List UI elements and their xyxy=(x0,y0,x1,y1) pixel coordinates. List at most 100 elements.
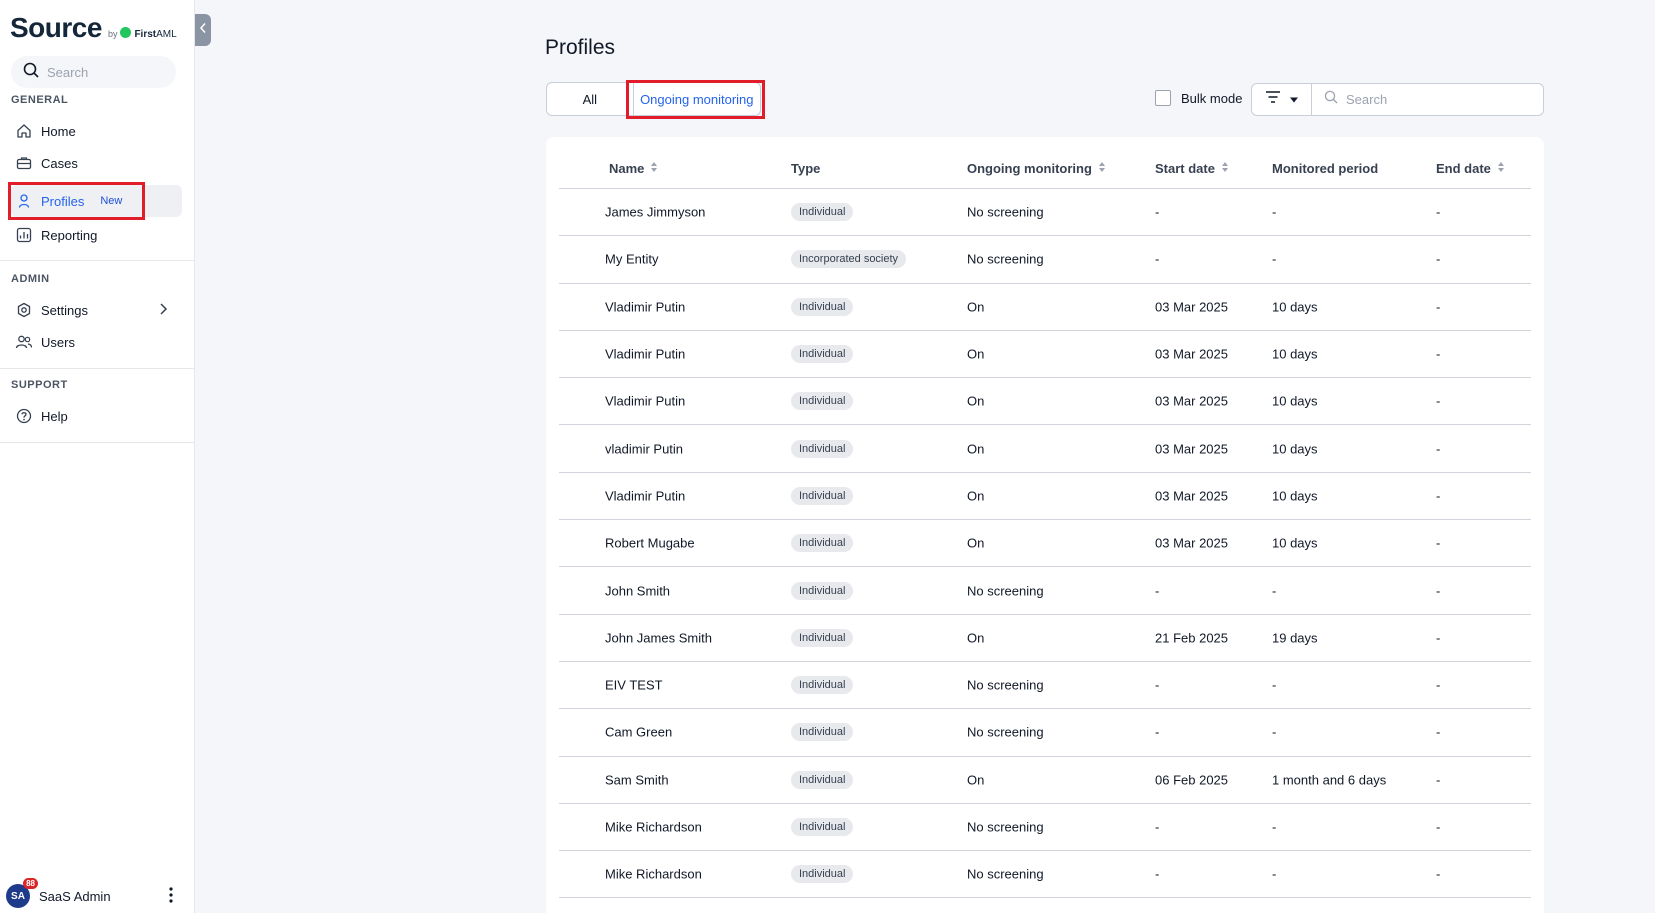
sidebar-item-help[interactable]: Help xyxy=(11,400,182,432)
table-row[interactable]: James Jimmyson Individual No screening -… xyxy=(559,189,1531,237)
cell-type: Individual xyxy=(791,534,854,553)
cell-type: Individual xyxy=(791,392,854,411)
cell-monitored-period: - xyxy=(1272,819,1277,835)
sidebar-search[interactable] xyxy=(11,56,176,88)
cell-monitoring: On xyxy=(967,772,985,788)
cell-monitored-period: - xyxy=(1272,251,1277,267)
cell-monitoring: No screening xyxy=(967,724,1044,740)
column-header-start-date[interactable]: Start date xyxy=(1155,161,1229,176)
table-row[interactable]: Vladimir Putin Individual On 03 Mar 2025… xyxy=(559,331,1531,379)
column-header-name[interactable]: Name xyxy=(609,161,658,176)
chevron-right-icon xyxy=(156,302,170,319)
chevron-left-icon xyxy=(199,21,207,39)
cell-end-date: - xyxy=(1436,535,1441,551)
user-menu[interactable]: SA 88 SaaS Admin xyxy=(6,878,186,909)
column-header-label: Name xyxy=(609,161,645,176)
cell-name: Vladimir Putin xyxy=(605,346,686,362)
cell-start-date: 21 Feb 2025 xyxy=(1155,630,1229,646)
search-icon xyxy=(23,62,39,83)
cell-monitoring: No screening xyxy=(967,677,1044,693)
caret-down-icon xyxy=(1289,91,1299,109)
cell-monitored-period: - xyxy=(1272,724,1277,740)
table-row[interactable]: Mike Richardson Individual No screening … xyxy=(559,804,1531,852)
cell-end-date: - xyxy=(1436,346,1441,362)
sidebar-item-home[interactable]: Home xyxy=(11,115,182,147)
collapse-sidebar-button[interactable] xyxy=(195,14,211,46)
cell-end-date: - xyxy=(1436,251,1441,267)
cell-monitored-period: 19 days xyxy=(1272,630,1318,646)
cell-start-date: - xyxy=(1155,866,1160,882)
sidebar-item-cases[interactable]: Cases xyxy=(11,147,182,179)
users-icon xyxy=(14,332,34,352)
column-header-end-date[interactable]: End date xyxy=(1436,161,1505,176)
type-pill: Individual xyxy=(791,865,854,884)
avatar-initials: SA xyxy=(11,890,25,902)
cell-start-date: - xyxy=(1155,819,1160,835)
user-name: SaaS Admin xyxy=(39,888,111,904)
briefcase-icon xyxy=(14,153,34,173)
column-header-label: Start date xyxy=(1155,161,1215,176)
table-row[interactable]: vladimir Putin Individual On 03 Mar 2025… xyxy=(559,425,1531,473)
column-header-monitoring[interactable]: Ongoing monitoring xyxy=(967,161,1106,176)
tab-all[interactable]: All xyxy=(547,83,633,115)
sidebar-item-label: Reporting xyxy=(41,227,98,243)
bulk-mode-checkbox[interactable] xyxy=(1155,90,1171,106)
cell-type: Individual xyxy=(791,297,854,316)
cell-monitored-period: - xyxy=(1272,204,1277,220)
cell-end-date: - xyxy=(1436,488,1441,504)
cell-monitoring: On xyxy=(967,346,985,362)
more-options-icon[interactable] xyxy=(168,886,174,909)
table-row[interactable]: Vladimir Putin Individual On 03 Mar 2025… xyxy=(559,284,1531,331)
cell-end-date: - xyxy=(1436,724,1441,740)
sort-icon xyxy=(650,161,658,176)
logo[interactable]: Source by FirstAML xyxy=(10,12,177,44)
cell-monitoring: On xyxy=(967,393,985,409)
cell-start-date: - xyxy=(1155,677,1160,693)
column-header-label: Ongoing monitoring xyxy=(967,161,1092,176)
cell-type: Individual xyxy=(791,581,854,600)
table-row[interactable]: Vladimir Putin Individual On 03 Mar 2025… xyxy=(559,473,1531,521)
search-icon xyxy=(1324,90,1338,109)
sidebar-search-input[interactable] xyxy=(47,64,157,80)
sidebar-item-reporting[interactable]: Reporting xyxy=(11,219,182,251)
cell-monitoring: No screening xyxy=(967,583,1044,599)
table-row[interactable]: EIV TEST Individual No screening - - - xyxy=(559,662,1531,710)
cell-end-date: - xyxy=(1436,441,1441,457)
table-row[interactable]: John James Smith Individual On 21 Feb 20… xyxy=(559,615,1531,662)
cell-name: Robert Mugabe xyxy=(605,535,695,551)
type-pill: Individual xyxy=(791,439,854,458)
sidebar-item-users[interactable]: Users xyxy=(11,326,182,358)
chart-icon xyxy=(14,225,34,245)
cell-monitoring: On xyxy=(967,535,985,551)
sidebar: Source by FirstAML GENERAL Home Cases Pr… xyxy=(0,0,195,913)
table-row[interactable]: Vladimir Putin Individual On 03 Mar 2025… xyxy=(559,378,1531,426)
table-row[interactable]: John Smith Individual No screening - - - xyxy=(559,567,1531,615)
cell-monitoring: On xyxy=(967,299,985,315)
profiles-highlight-box xyxy=(8,182,145,220)
profiles-search-input[interactable] xyxy=(1346,92,1536,107)
column-header-monitored-period: Monitored period xyxy=(1272,161,1378,176)
sidebar-item-label: Help xyxy=(41,408,68,424)
avatar[interactable]: SA 88 xyxy=(6,878,38,908)
profiles-search[interactable] xyxy=(1312,83,1544,116)
bulk-mode-toggle[interactable]: Bulk mode xyxy=(1155,90,1242,106)
ongoing-tab-highlight-box xyxy=(626,80,765,119)
type-pill: Individual xyxy=(791,534,854,553)
table-row[interactable]: Mike Richardson Individual No screening … xyxy=(559,851,1531,899)
cell-monitored-period: 10 days xyxy=(1272,299,1318,315)
table-row[interactable]: Robert Mugabe Individual On 03 Mar 2025 … xyxy=(559,520,1531,568)
bulk-mode-label: Bulk mode xyxy=(1181,90,1243,106)
type-pill: Individual xyxy=(791,345,854,364)
cell-type: Individual xyxy=(791,676,854,695)
sidebar-item-settings[interactable]: Settings xyxy=(11,294,182,326)
sort-icon xyxy=(1098,161,1106,176)
table-row[interactable]: Sam Smith Individual On 06 Feb 2025 1 mo… xyxy=(559,757,1531,804)
notification-count-badge: 88 xyxy=(23,878,38,889)
table-row[interactable]: My Entity Incorporated society No screen… xyxy=(559,236,1531,284)
cell-monitoring: On xyxy=(967,488,985,504)
filter-button[interactable] xyxy=(1251,83,1312,116)
logo-brand: FirstAML xyxy=(134,29,176,40)
cell-end-date: - xyxy=(1436,299,1441,315)
table-row[interactable]: Cam Green Individual No screening - - - xyxy=(559,709,1531,757)
cell-monitoring: On xyxy=(967,630,985,646)
